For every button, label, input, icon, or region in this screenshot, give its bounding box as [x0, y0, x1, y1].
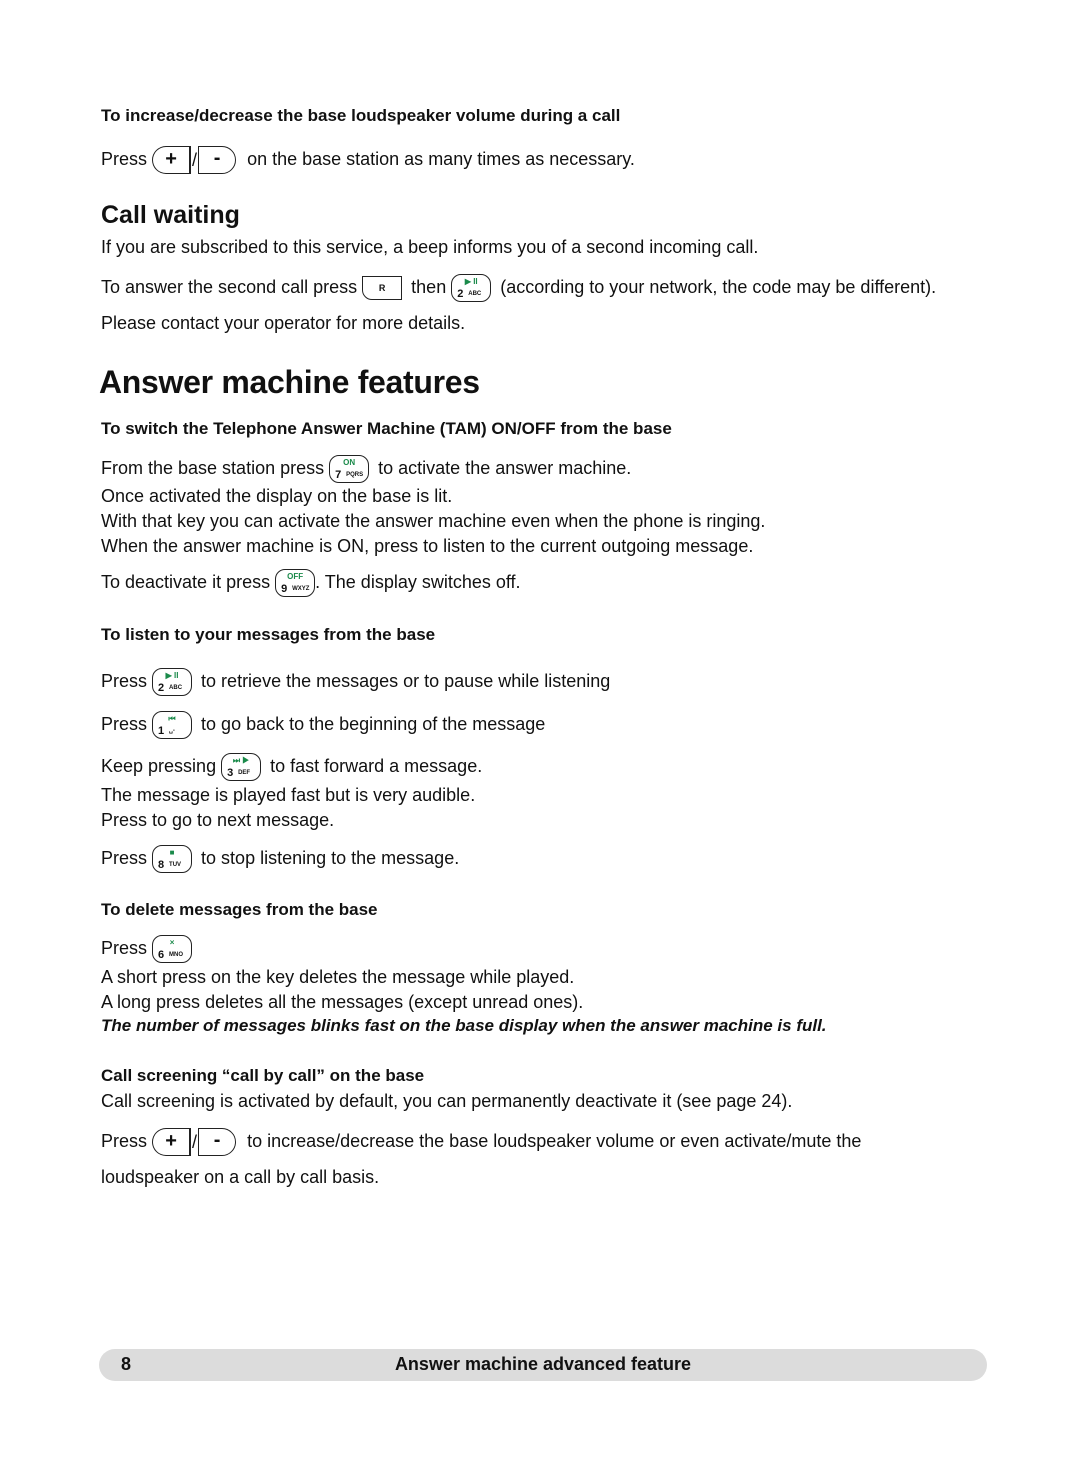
plus-key-icon: + — [152, 146, 192, 174]
slash: / — [192, 150, 198, 170]
screening-line1: Call screening is activated by default, … — [101, 1091, 793, 1111]
letters: PQRS — [346, 472, 364, 478]
key-2-play-pause-icon: ▶ II 2 ABC — [451, 274, 492, 302]
plus-key-icon: + — [152, 1128, 192, 1156]
text: Press — [101, 713, 148, 734]
letters: ABC — [169, 685, 183, 691]
tam-heading: To switch the Telephone Answer Machine (… — [101, 419, 672, 438]
letters: MNO — [169, 952, 184, 958]
press-label: Press — [101, 148, 148, 169]
tam-line2: Once activated the display on the base i… — [101, 486, 453, 506]
digit: 3 — [227, 767, 234, 779]
sym: ON — [343, 458, 356, 467]
letters: ABC — [468, 291, 482, 297]
listen-line1: Press ▶ II 2 ABC to retrieve the messages … — [101, 668, 610, 696]
text: Press — [101, 847, 148, 868]
tam-line4: When the answer machine is ON, press to … — [101, 536, 754, 556]
digit: 8 — [158, 859, 165, 871]
screening-line3: loudspeaker on a call by call basis. — [101, 1167, 380, 1187]
tam-line1: From the base station press ON 7 PQRS to a… — [101, 455, 631, 483]
volume-instruction: Press + / - on the base station as many ti… — [101, 146, 635, 174]
text: then — [411, 276, 447, 297]
delete-heading: To delete messages from the base — [101, 900, 378, 919]
text: Press — [101, 1130, 148, 1151]
text: to increase/decrease the base loudspeake… — [247, 1130, 862, 1151]
listen-line4: The message is played fast but is very a… — [101, 785, 476, 805]
digit: 6 — [158, 949, 165, 961]
text: Keep pressing — [101, 755, 217, 776]
digit: 2 — [457, 288, 464, 300]
listen-line3: Keep pressing ⏭ ▶ 3 DEF to fast forward a … — [101, 753, 482, 781]
instruction-text: on the base station as many times as nec… — [247, 148, 635, 169]
key-3-fast-forward-icon: ⏭ ▶ 3 DEF — [221, 753, 262, 781]
page-footer: 8 Answer machine advanced feature — [99, 1349, 987, 1381]
section-heading-volume: To increase/decrease the base loudspeake… — [101, 106, 621, 125]
call-waiting-line1: If you are subscribed to this service, a… — [101, 237, 759, 257]
key-7-on-icon: ON 7 PQRS — [329, 455, 370, 483]
call-waiting-line3: Please contact your operator for more de… — [101, 313, 466, 333]
minus-key-icon: - — [198, 1128, 237, 1156]
page-title: Answer machine features — [99, 364, 480, 400]
sym: OFF — [287, 572, 304, 581]
digit: 7 — [335, 469, 342, 481]
digit: 2 — [158, 682, 165, 694]
key-9-off-icon: OFF 9 WXYZ — [275, 569, 316, 597]
letters: TUV — [169, 862, 182, 868]
listen-line6: Press ■ 8 TUV to stop listening to the mes… — [101, 845, 459, 873]
r-key-icon: R — [362, 276, 403, 300]
text: to go back to the beginning of the messa… — [201, 713, 546, 734]
listen-heading: To listen to your messages from the base — [101, 625, 436, 644]
text: to stop listening to the message. — [201, 847, 460, 868]
call-waiting-line2: To answer the second call press R then ▶… — [101, 274, 936, 302]
text: . The display switches off. — [315, 571, 521, 592]
slash: / — [192, 1132, 198, 1152]
text: (according to your network, the code may… — [500, 276, 937, 297]
text: to activate the answer machine. — [378, 457, 632, 478]
digit: 1 — [158, 725, 165, 737]
text: From the base station press — [101, 457, 325, 478]
sym: ⏭ ▶ — [232, 756, 250, 765]
key-1-rewind-icon: ⏮ 1 ␣- — [152, 711, 193, 739]
sym: ▶ II — [464, 277, 478, 286]
call-waiting-title: Call waiting — [101, 201, 240, 229]
screening-line2: Press + / - to increase/decrease the base … — [101, 1128, 861, 1156]
key-6-delete-icon: × 6 MNO — [152, 935, 193, 963]
delete-line2: A long press deletes all the messages (e… — [101, 992, 584, 1012]
key-8-stop-icon: ■ 8 TUV — [152, 845, 193, 873]
text: to fast forward a message. — [270, 755, 483, 776]
text: Press — [101, 670, 148, 691]
text: To answer the second call press — [101, 276, 358, 297]
tam-line3: With that key you can activate the answe… — [101, 511, 766, 531]
letters: WXYZ — [292, 586, 310, 592]
footer-title: Answer machine advanced feature — [394, 1354, 692, 1374]
minus-key-icon: - — [198, 146, 237, 174]
text: Press — [101, 937, 148, 958]
delete-press: Press × 6 MNO — [101, 935, 193, 963]
sym: ⏮ — [168, 714, 176, 723]
sym: ▶ II — [165, 671, 179, 680]
screening-heading: Call screening “call by call” on the bas… — [101, 1066, 425, 1085]
sym: ■ — [169, 848, 175, 857]
delete-note: The number of messages blinks fast on th… — [101, 1016, 827, 1035]
sym: × — [169, 938, 175, 947]
listen-line2: Press ⏮ 1 ␣- to go back to the beginning o… — [101, 711, 545, 739]
key-2-play-pause-icon: ▶ II 2 ABC — [152, 668, 193, 696]
text: to retrieve the messages or to pause whi… — [201, 670, 611, 691]
digit: 9 — [281, 583, 288, 595]
listen-line5: Press to go to next message. — [101, 810, 335, 830]
delete-line1: A short press on the key deletes the mes… — [101, 967, 575, 987]
tam-line5: To deactivate it press OFF 9 WXYZ . The dis… — [101, 569, 521, 597]
text: To deactivate it press — [101, 571, 271, 592]
letters: ␣- — [169, 728, 175, 734]
letters: DEF — [238, 770, 251, 776]
